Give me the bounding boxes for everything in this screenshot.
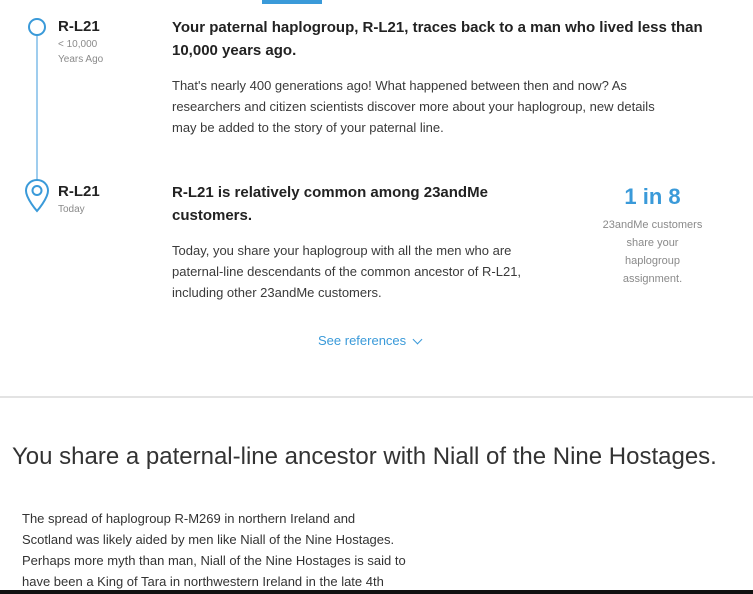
- stage-1-description: That's nearly 400 generations ago! What …: [172, 78, 655, 135]
- ancestor-section-title: You share a paternal-line ancestor with …: [12, 443, 717, 470]
- see-references-button[interactable]: See references: [318, 333, 423, 348]
- stage-age-value: < 10,000: [58, 39, 98, 50]
- active-tab-indicator: [262, 0, 322, 4]
- chevron-down-icon: [412, 334, 423, 344]
- frequency-stat-description: 23andMe customers share your haplogroup …: [602, 219, 703, 285]
- stage-2-description: Today, you share your haplogroup with al…: [172, 243, 522, 300]
- bottom-edge-bar: [0, 590, 753, 594]
- stage-haplogroup-label: R-L21: [58, 18, 100, 35]
- see-references-label: See references: [318, 333, 407, 348]
- timeline-stage-1: R-L21 < 10,000 Years Ago: [58, 18, 103, 67]
- timeline-line: [36, 30, 38, 182]
- stage-haplogroup-label: R-L21: [58, 183, 100, 200]
- section-divider: [0, 396, 753, 398]
- timeline-stage-2: R-L21 Today: [58, 183, 100, 217]
- frequency-stat-value: 1 in 8: [624, 184, 681, 209]
- circle-node-icon: [28, 18, 46, 36]
- stage-age-unit: Years Ago: [58, 54, 104, 65]
- location-pin-icon: [24, 178, 50, 213]
- ancestor-section-description: The spread of haplogroup R-M269 in north…: [22, 511, 406, 589]
- stage-1-heading: Your paternal haplogroup, R-L21, traces …: [172, 19, 703, 59]
- stage-2-heading: R-L21 is relatively common among 23andMe…: [172, 184, 488, 224]
- stage-time-label: Today: [58, 204, 85, 215]
